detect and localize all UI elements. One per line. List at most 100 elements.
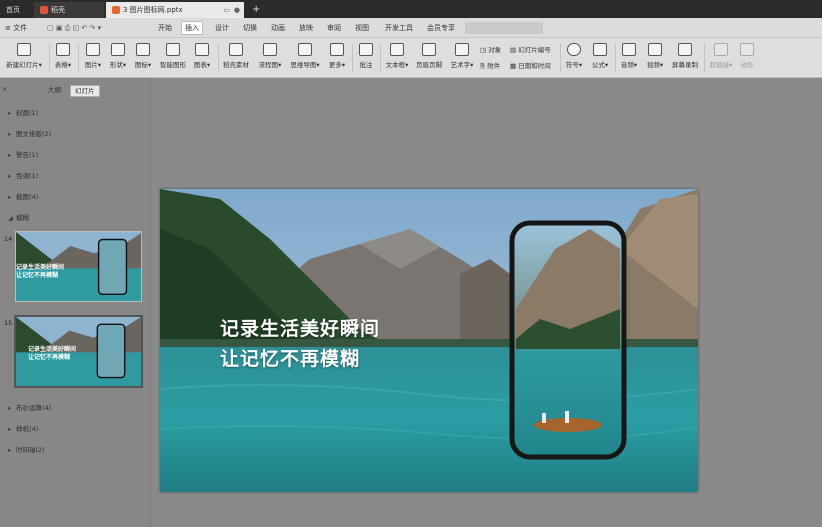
section-mockup[interactable]: ▸ 样机(4) [8, 423, 38, 433]
video-button[interactable]: 视频▾ [644, 43, 666, 69]
menu-member[interactable]: 会员专享 [424, 22, 458, 34]
tab-document[interactable]: 3 图片图标网.pptx ▭ ● [106, 2, 244, 18]
slide-title-line1[interactable]: 记录生活美好瞬间 [220, 314, 380, 341]
menu-design[interactable]: 设计 [212, 22, 232, 34]
textbox-button[interactable]: 文本框▾ [383, 43, 411, 69]
menu-review[interactable]: 审阅 [324, 22, 344, 34]
tab-close-dot-icon[interactable]: ● [234, 2, 240, 18]
more-button[interactable]: 更多▾ [326, 43, 348, 69]
slide-title-line2[interactable]: 让记忆不再模糊 [220, 344, 360, 371]
section-cover[interactable]: ▸ 封面(1) [8, 107, 38, 117]
menu-insert[interactable]: 插入 [181, 21, 203, 35]
expand-arrow-icon: ▸ [8, 404, 12, 412]
menu-view[interactable]: 视图 [352, 22, 372, 34]
section-timeline[interactable]: ▸ 时间轴(2) [8, 444, 45, 454]
action-icon [740, 43, 754, 56]
tab-outline[interactable]: 大纲 [44, 85, 65, 95]
symbol-button[interactable]: 符号▾ [563, 43, 585, 69]
attachment-button[interactable]: ⎘ 附件 [480, 60, 500, 71]
action-button[interactable]: 动作 [737, 43, 757, 69]
search-box[interactable] [465, 22, 543, 34]
section-warning[interactable]: ▸ 警告(1) [8, 149, 38, 159]
undo-icon[interactable]: ↶ [81, 24, 87, 32]
slide-number-button[interactable]: ▤ 幻灯片编号 [510, 44, 551, 54]
slide-canvas[interactable]: 记录生活美好瞬间 让记忆不再模糊 [160, 189, 698, 492]
screen-record-button[interactable]: 屏幕录制 [670, 43, 700, 69]
expand-arrow-icon: ▸ [8, 130, 12, 138]
section-label: 样机(4) [16, 425, 39, 433]
audio-label: 音频 [620, 61, 634, 69]
new-slide-label: 新建幻灯片 [6, 61, 39, 69]
ribbon-separator [615, 44, 616, 72]
export-icon[interactable]: ▣ [56, 24, 63, 32]
table-icon [56, 43, 70, 56]
tab-home[interactable]: 首页 [0, 2, 32, 18]
menu-design-label: 设计 [215, 24, 229, 32]
quick-access-toolbar[interactable]: ▢ ▣ ⎙ ◰ ↶ ↷ ▾ [44, 22, 104, 34]
icon-label: 图标 [134, 61, 148, 69]
audio-button[interactable]: 音频▾ [618, 43, 640, 69]
smart-graphic-button[interactable]: 智能图形 [158, 43, 188, 69]
hyperlink-button[interactable]: 超链接▾ [708, 43, 734, 69]
docer-material-button[interactable]: 稻壳素材 [221, 43, 251, 69]
preview-icon[interactable]: ◰ [73, 24, 80, 32]
wordart-icon [455, 43, 469, 56]
header-footer-label: 页眉页脚 [416, 61, 442, 69]
new-slide-icon [17, 43, 31, 56]
menu-slideshow[interactable]: 放映 [296, 22, 316, 34]
wordart-button[interactable]: 艺术字▾ [448, 43, 476, 69]
textbox-label: 文本框 [385, 61, 406, 69]
tab-slides[interactable]: 幻灯片 [70, 85, 100, 97]
menu-view-label: 视图 [355, 24, 369, 32]
icon-button[interactable]: 图标▾ [132, 43, 154, 69]
section-tone[interactable]: ▸ 色调(1) [8, 170, 38, 180]
window-icon[interactable]: ▭ [223, 2, 230, 18]
more-icon [330, 43, 344, 56]
menu-transition-label: 切换 [243, 24, 257, 32]
datetime-label: 日期和时间 [518, 62, 551, 70]
shape-button[interactable]: 形状▾ [107, 43, 129, 69]
flowchart-button[interactable]: 流程图▾ [256, 43, 284, 69]
menu-animation[interactable]: 动画 [268, 22, 288, 34]
section-label: 布尔运算(4) [16, 404, 52, 412]
datetime-button[interactable]: ▦ 日期和时间 [510, 60, 551, 70]
section-blur[interactable]: ◢ 模糊 [8, 212, 29, 222]
menu-developer[interactable]: 开发工具 [382, 22, 416, 34]
chart-button[interactable]: 图表▾ [190, 43, 214, 69]
expand-arrow-icon: ▸ [8, 193, 12, 201]
formula-button[interactable]: 公式▾ [589, 43, 611, 69]
collapse-arrow-icon: ◢ [8, 214, 13, 222]
table-button[interactable]: 表格▾ [52, 43, 74, 69]
section-boolean[interactable]: ▸ 布尔运算(4) [8, 402, 51, 412]
section-label: 时间轴(2) [16, 446, 45, 454]
picture-button[interactable]: 图片▾ [82, 43, 104, 69]
thumbnail-line2: 让记忆不再模糊 [16, 272, 59, 279]
redo-icon[interactable]: ↷ [90, 24, 96, 32]
hyperlink-label: 超链接 [709, 61, 730, 69]
menu-transition[interactable]: 切换 [240, 22, 260, 34]
section-layout[interactable]: ▸ 图文排版(2) [8, 128, 51, 138]
object-icon: ◳ [480, 46, 489, 54]
section-label: 警告(1) [16, 151, 39, 159]
comment-button[interactable]: 批注 [356, 43, 376, 69]
shape-icon [111, 43, 125, 56]
mindmap-button[interactable]: 思维导图▾ [288, 43, 322, 69]
save-icon[interactable]: ▢ [47, 24, 54, 32]
object-button[interactable]: ◳ 对象 [480, 44, 501, 54]
new-slide-button[interactable]: 新建幻灯片▾ [2, 43, 46, 69]
flowchart-label: 流程图 [258, 61, 279, 69]
panel-collapse-icon[interactable]: × [2, 85, 7, 93]
tab-bar: 首页 稻壳 3 图片图标网.pptx ▭ ● + [0, 0, 822, 18]
picture-icon [86, 43, 100, 56]
section-screenshot[interactable]: ▸ 截图(4) [8, 191, 38, 201]
textbox-icon [390, 43, 404, 56]
comment-icon [359, 43, 373, 56]
tab-docer[interactable]: 稻壳 [34, 2, 104, 18]
menu-file[interactable]: ≡ 文件 [2, 22, 30, 34]
header-footer-button[interactable]: 页眉页脚 [414, 43, 444, 69]
customize-icon[interactable]: ▾ [98, 24, 102, 32]
menu-bar: ≡ 文件 ▢ ▣ ⎙ ◰ ↶ ↷ ▾ 开始 插入 设计 切换 动画 放映 审阅 … [0, 18, 822, 38]
menu-start[interactable]: 开始 [155, 22, 175, 34]
new-tab-button[interactable]: + [248, 2, 264, 18]
print-icon[interactable]: ⎙ [65, 24, 71, 32]
